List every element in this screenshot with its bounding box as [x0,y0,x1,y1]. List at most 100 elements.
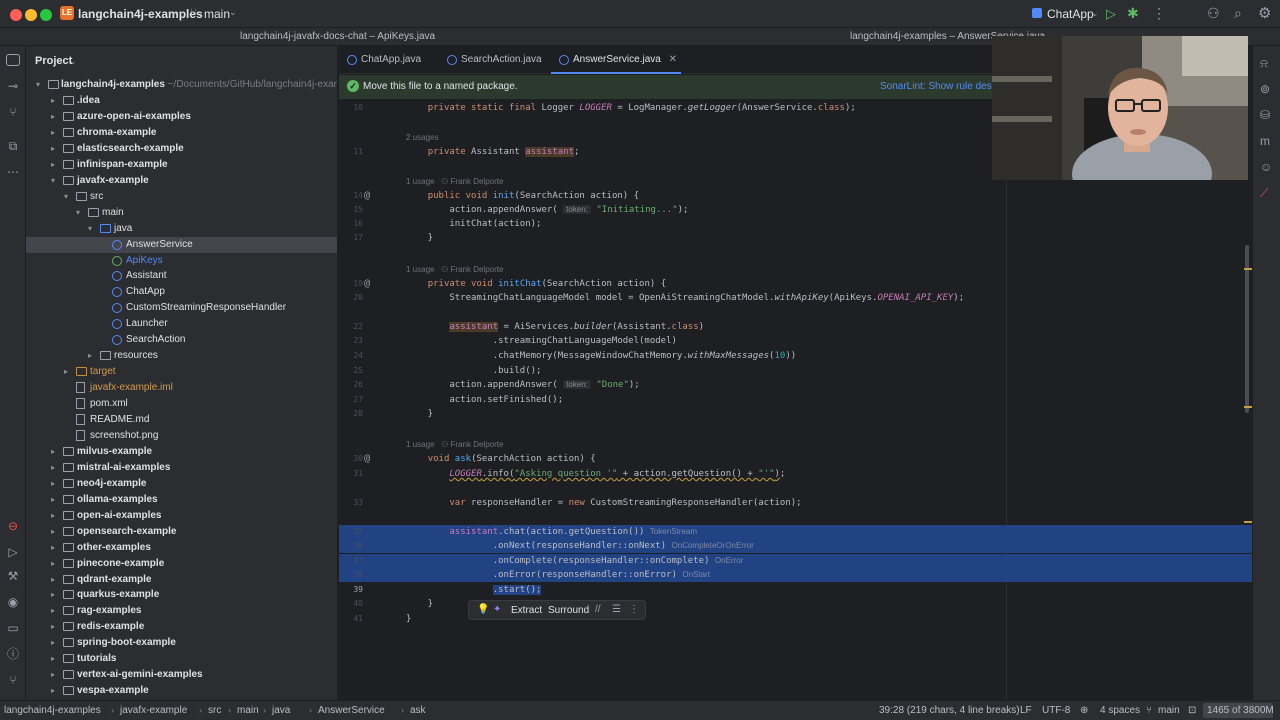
tree-item-vespa[interactable]: ▸ vespa-example [26,683,337,699]
tree-item-searchaction[interactable]: SearchAction [26,332,337,348]
problems-info-icon[interactable]: ⓘ [5,646,21,662]
code-line[interactable]: 23 .streamingChatLanguageModel(model) [339,334,1280,348]
override-gutter-icon[interactable]: @ [364,277,370,291]
chevron-right-icon[interactable]: ▸ [88,348,92,364]
tree-item-idea[interactable]: ▸ .idea [26,93,337,109]
commit-icon[interactable]: ⊸ [5,78,21,94]
zoom-window-button[interactable] [40,9,52,21]
chevron-down-icon[interactable]: ▾ [88,221,92,237]
code-line[interactable]: 39 .start(); [339,583,1280,597]
chevron-down-icon[interactable]: ⌄ [69,56,77,67]
chevron-right-icon[interactable]: ▸ [51,603,55,619]
tree-item-chroma[interactable]: ▸ chroma-example [26,125,337,141]
memory-indicator[interactable]: 1465 of 3800M [1203,703,1274,718]
chevron-down-icon[interactable]: ⌄ [1091,8,1099,19]
chevron-right-icon[interactable]: ▸ [51,125,55,141]
line-separator[interactable]: LF [1020,705,1032,716]
chevron-right-icon[interactable]: ▸ [51,141,55,157]
tree-item-apikeys[interactable]: ApiKeys [26,253,337,269]
tree-item-iml[interactable]: javafx-example.iml [26,380,337,396]
extract-button[interactable]: Extract [511,605,542,616]
chevron-right-icon[interactable]: ▸ [51,619,55,635]
tree-item-quarkus[interactable]: ▸ quarkus-example [26,587,337,603]
tab-chatapp[interactable]: ChatApp.java [339,46,439,74]
tree-item-ollama[interactable]: ▸ ollama-examples [26,492,337,508]
tree-item-tutorials[interactable]: ▸ tutorials [26,651,337,667]
chevron-right-icon[interactable]: ▸ [51,683,55,699]
code-line[interactable]: 33 var responseHandler = new CustomStrea… [339,496,1280,510]
chevron-right-icon[interactable]: ▸ [51,587,55,603]
code-line[interactable]: 27 action.setFinished(); [339,393,1280,407]
project-tool-icon[interactable] [6,54,20,66]
crumb-module[interactable]: javafx-example [120,705,187,716]
tree-item-javafx[interactable]: ▾ javafx-example [26,173,337,189]
tab-searchaction[interactable]: SearchAction.java [439,46,551,74]
debug-icon[interactable]: ✱ [1127,5,1139,22]
crumb-class[interactable]: AnswerService [318,705,385,716]
indent-setting[interactable]: 4 spaces [1100,705,1140,716]
scrollbar-thumb[interactable] [1245,245,1249,413]
crumb-src[interactable]: src [208,705,221,716]
crumb-method[interactable]: ask [410,705,426,716]
add-user-icon[interactable]: ⚇ [1207,5,1220,22]
lightbulb-icon[interactable]: 💡 [477,604,489,615]
code-line[interactable]: 14 @ public void init(SearchAction action… [339,189,1280,203]
file-encoding[interactable]: UTF-8 [1042,705,1070,716]
code-line[interactable]: 30 @ void ask(SearchAction action) { [339,452,1280,466]
chevron-down-icon[interactable]: ▾ [51,173,55,189]
terminal-icon[interactable]: ▭ [5,620,21,636]
run-tool-icon[interactable]: ▷ [5,544,21,560]
tree-item-milvus[interactable]: ▸ milvus-example [26,444,337,460]
override-gutter-icon[interactable]: @ [364,452,370,466]
notifications-icon[interactable]: ⍾ [1260,56,1268,71]
copilot-icon[interactable]: ☺ [1260,160,1272,174]
code-line[interactable]: 20 StreamingChatLanguageModel model = Op… [339,291,1280,305]
problems-icon[interactable]: ⊖ [5,518,21,534]
git-branch-icon[interactable]: ⑂ [190,7,197,19]
code-line-selected[interactable]: 35 assistant.chat(action.getQuestion()) … [339,525,1280,539]
code-line[interactable]: 19 @ private void initChat(SearchAction a… [339,277,1280,291]
tree-item-neo4j[interactable]: ▸ neo4j-example [26,476,337,492]
tree-item-qdrant[interactable]: ▸ qdrant-example [26,572,337,588]
code-line[interactable]: 16 initChat(action); [339,217,1280,231]
tree-item-assistant[interactable]: Assistant [26,268,337,284]
close-icon[interactable]: ✕ [669,46,677,74]
tree-item-openai[interactable]: ▸ open-ai-examples [26,508,337,524]
chevron-right-icon[interactable]: ▸ [51,476,55,492]
tree-item-vertex[interactable]: ▸ vertex-ai-gemini-examples [26,667,337,683]
project-switcher[interactable]: langchain4j-examples [78,7,203,21]
tree-item-rag[interactable]: ▸ rag-examples [26,603,337,619]
more-icon[interactable]: ⋮ [629,604,639,615]
panel-title[interactable]: Project [35,55,72,67]
tree-item-src[interactable]: ▾ src [26,189,337,205]
code-line[interactable]: 28 } [339,407,1280,421]
tree-item-pinecone[interactable]: ▸ pinecone-example [26,556,337,572]
tab-answerservice[interactable]: AnswerService.java ✕ [551,46,681,74]
code-line[interactable]: 22 assistant = AiServices.builder(Assist… [339,320,1280,334]
chevron-right-icon[interactable]: ▸ [51,93,55,109]
chevron-right-icon[interactable]: ▸ [51,460,55,476]
surround-button[interactable]: Surround [548,605,589,616]
error-stripe-mark[interactable] [1244,521,1252,523]
chevron-down-icon[interactable]: ▾ [36,77,40,93]
maven-icon[interactable]: m [1260,134,1270,148]
ai-assistant-icon[interactable]: ✦ [493,604,501,615]
close-window-button[interactable] [10,9,22,21]
ai-assistant-icon[interactable]: ⊚ [1260,82,1270,96]
chevron-right-icon[interactable]: ▸ [51,667,55,683]
tree-item-azure[interactable]: ▸ azure-open-ai-examples [26,109,337,125]
chevron-down-icon[interactable]: ▾ [76,205,80,221]
reformat-icon[interactable]: ☰ [612,604,621,615]
sonarlint-icon[interactable]: ⟋ [1260,186,1268,201]
tree-item-elasticsearch[interactable]: ▸ elasticsearch-example [26,141,337,157]
usages-hint[interactable]: 1 usage ⚇ Frank Delporte [406,263,503,277]
tree-item-opensearch[interactable]: ▸ opensearch-example [26,524,337,540]
tree-item-pom[interactable]: pom.xml [26,396,337,412]
more-actions-icon[interactable]: ⋮ [1152,5,1166,22]
tree-item-resources[interactable]: ▸ resources [26,348,337,364]
tree-item-screenshot[interactable]: screenshot.png [26,428,337,444]
tree-item-redis[interactable]: ▸ redis-example [26,619,337,635]
error-stripe-mark[interactable] [1244,406,1252,408]
usages-hint[interactable]: 2 usages [406,131,438,145]
minimize-window-button[interactable] [25,9,37,21]
